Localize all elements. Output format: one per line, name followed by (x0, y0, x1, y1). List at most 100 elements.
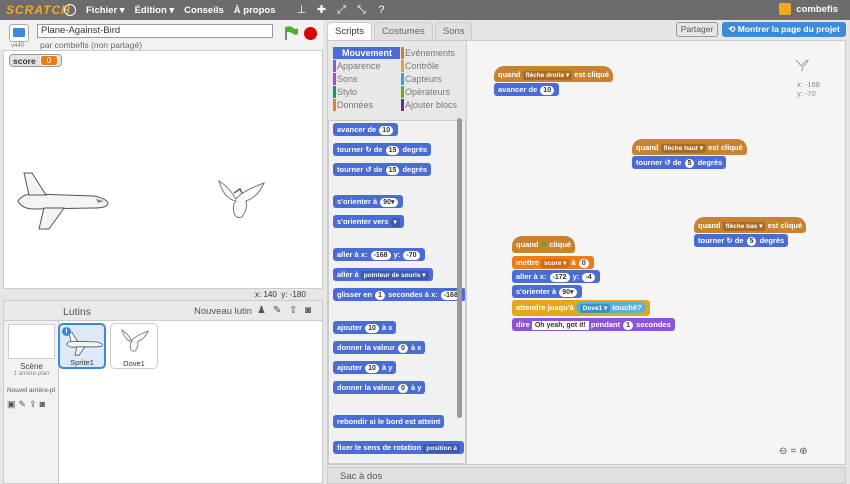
green-flag-icon[interactable] (283, 26, 299, 40)
palette-scrollbar[interactable] (457, 118, 462, 418)
share-button[interactable]: Partager (676, 22, 718, 37)
script-hat-right-arrow[interactable]: quand flèche droite ▾ est cliqué (494, 66, 614, 82)
grow-icon[interactable]: ⤢ (335, 4, 347, 16)
block-point-direction[interactable]: s'orienter à 90▾ (333, 195, 403, 208)
zoom-in-icon[interactable]: ⊕ (799, 446, 807, 457)
category-control[interactable]: Contrôle (401, 60, 439, 72)
scene-label: Scène (20, 362, 43, 371)
script-area-coordinates: x: -168 y: -70 (797, 80, 820, 98)
category-more-blocks[interactable]: Ajouter blocs (401, 99, 457, 111)
script-hat-down-arrow[interactable]: quand flèche bas ▾ est cliqué (694, 217, 807, 233)
sprite-name: Dove1 (123, 359, 145, 368)
upload-icon[interactable]: ⇪ (289, 305, 301, 316)
project-owner: par combefis (non partagé) (40, 40, 143, 50)
block-rotation-style[interactable]: fixer le sens de rotation position à (333, 441, 464, 454)
duplicate-stamp-icon[interactable]: ⊥ (295, 4, 307, 16)
paint-brush-icon[interactable]: ✎ (273, 305, 285, 316)
monitor-value: 0 (39, 55, 59, 66)
camera-icon[interactable]: ◙ (305, 305, 317, 316)
language-globe-icon[interactable] (64, 4, 76, 16)
tab-sounds[interactable]: Sons (434, 22, 473, 40)
sprite1-thumbnail (66, 332, 103, 356)
stage[interactable]: score 0 (3, 50, 323, 289)
menu-file[interactable]: Fichier ▾ (86, 5, 125, 16)
tab-scripts[interactable]: Scripts (327, 22, 373, 40)
script-set-score[interactable]: mettre score ▾ à 0 (512, 256, 594, 269)
user-name: combefis (796, 3, 838, 15)
sprites-header: Lutins Nouveau lutin ♟ ✎ ⇪ ◙ (4, 301, 322, 321)
category-data[interactable]: Données (333, 99, 373, 111)
script-hat-up-arrow[interactable]: quand flèche haut ▾ est cliqué (632, 139, 747, 155)
menu-tips[interactable]: Conseils (184, 5, 224, 16)
script-move[interactable]: avancer de 10 (494, 83, 560, 96)
sprite-tile-sprite1[interactable]: i Sprite1 (58, 323, 106, 369)
script-wait-until[interactable]: attendre jusqu'à Dove1 ▾ touché? (512, 300, 650, 316)
block-bounce[interactable]: rebondir si le bord est atteint (333, 415, 445, 428)
version-label: v440 (11, 43, 25, 49)
category-operators[interactable]: Opérateurs (401, 86, 450, 98)
block-goto-xy[interactable]: aller à x: -168 y: -70 (333, 248, 425, 261)
block-turn-left[interactable]: tourner ↺ de 15 degrés (333, 163, 432, 176)
sprites-panel: Lutins Nouveau lutin ♟ ✎ ⇪ ◙ Scène 1 arr… (3, 300, 323, 484)
scene-thumbnail[interactable] (8, 324, 55, 359)
stage-size-toggle-icon[interactable] (9, 24, 29, 42)
sprite-library-icon[interactable]: ♟ (257, 305, 269, 316)
menu-about[interactable]: À propos (234, 5, 276, 16)
zoom-controls: ⊖ = ⊕ (779, 446, 808, 457)
dove1-thumbnail (121, 329, 149, 352)
project-page-button[interactable]: ⟲ Montrer la page du projet (722, 22, 846, 37)
menu-edit[interactable]: Édition ▾ (135, 5, 175, 16)
block-glide[interactable]: glisser en 1 secondes à x: -168 (333, 288, 465, 301)
block-palette: avancer de 10 tourner ↻ de 15 degrés tou… (328, 120, 466, 464)
script-turn-left[interactable]: tourner ↺ de 5 degrés (632, 156, 727, 169)
category-looks[interactable]: Apparence (333, 60, 381, 72)
sprites-title: Lutins (63, 306, 92, 318)
new-backdrop-label: Nouvel arrière-pl (7, 387, 56, 394)
sprite-preview-icon (795, 58, 809, 72)
scene-backdrop-count: 1 arrière-plan (13, 371, 50, 377)
zoom-out-icon[interactable]: ⊖ (779, 446, 787, 457)
block-turn-right[interactable]: tourner ↻ de 15 degrés (333, 143, 432, 156)
sprite-tile-dove1[interactable]: Dove1 (110, 323, 158, 369)
project-title-input[interactable]: Plane-Against-Bird (37, 24, 273, 38)
score-monitor[interactable]: score 0 (9, 54, 63, 67)
backdrop-paint-icon[interactable]: ✎ (19, 399, 27, 410)
script-say[interactable]: dire Oh yeah, got it! pendant 1 secondes (512, 318, 675, 331)
block-change-x[interactable]: ajouter 10 à x (333, 321, 397, 334)
backdrop-upload-icon[interactable]: ⇪ (29, 399, 37, 410)
dove-sprite[interactable] (214, 179, 269, 221)
zoom-reset-icon[interactable]: = (790, 446, 796, 457)
block-change-y[interactable]: ajouter 10 à y (333, 361, 397, 374)
user-avatar (779, 3, 792, 15)
script-hat-green-flag[interactable]: quand ⚑ cliqué (512, 236, 576, 253)
backpack-bar[interactable]: Sac à dos (327, 467, 846, 484)
block-goto[interactable]: aller à pointeur de souris ▾ (333, 268, 433, 281)
backdrop-library-icon[interactable]: ▣ (7, 399, 16, 410)
block-point-towards[interactable]: s'orienter vers ▾ (333, 215, 404, 228)
category-sensing[interactable]: Capteurs (401, 73, 442, 85)
script-turn-right[interactable]: tourner ↻ de 5 degrés (694, 234, 789, 247)
block-set-x[interactable]: donner la valeur 0 à x (333, 341, 426, 354)
scratch-logo[interactable]: SCRATCH (6, 3, 70, 17)
new-sprite-label: Nouveau lutin (194, 306, 253, 317)
help-icon[interactable]: ? (375, 4, 387, 16)
user-menu[interactable]: combefis (779, 3, 838, 15)
category-pen[interactable]: Stylo (333, 86, 357, 98)
category-motion[interactable]: Mouvement (333, 47, 401, 59)
block-move[interactable]: avancer de 10 (333, 123, 399, 136)
backdrop-camera-icon[interactable]: ◙ (40, 399, 45, 410)
delete-scissors-icon[interactable]: ✚ (315, 4, 327, 16)
stop-icon[interactable] (304, 27, 317, 40)
block-set-y[interactable]: donner la valeur 0 à y (333, 381, 426, 394)
category-events[interactable]: Evénements (401, 47, 455, 59)
category-sound[interactable]: Sons (333, 73, 358, 85)
shrink-icon[interactable]: ⤡ (355, 4, 367, 16)
menu-bar: SCRATCH Fichier ▾ Édition ▾ Conseils À p… (0, 0, 850, 20)
plane-sprite[interactable] (14, 171, 109, 231)
stage-selector[interactable]: Scène 1 arrière-plan Nouvel arrière-pl ▣… (4, 321, 59, 483)
backpack-label: Sac à dos (340, 471, 383, 482)
script-goto-xy[interactable]: aller à x: -172 y: -4 (512, 270, 600, 283)
script-point-direction[interactable]: s'orienter à 90▾ (512, 285, 582, 298)
tab-costumes[interactable]: Costumes (374, 22, 433, 40)
stage-header: v440 Plane-Against-Bird par combefis (no… (0, 20, 323, 50)
